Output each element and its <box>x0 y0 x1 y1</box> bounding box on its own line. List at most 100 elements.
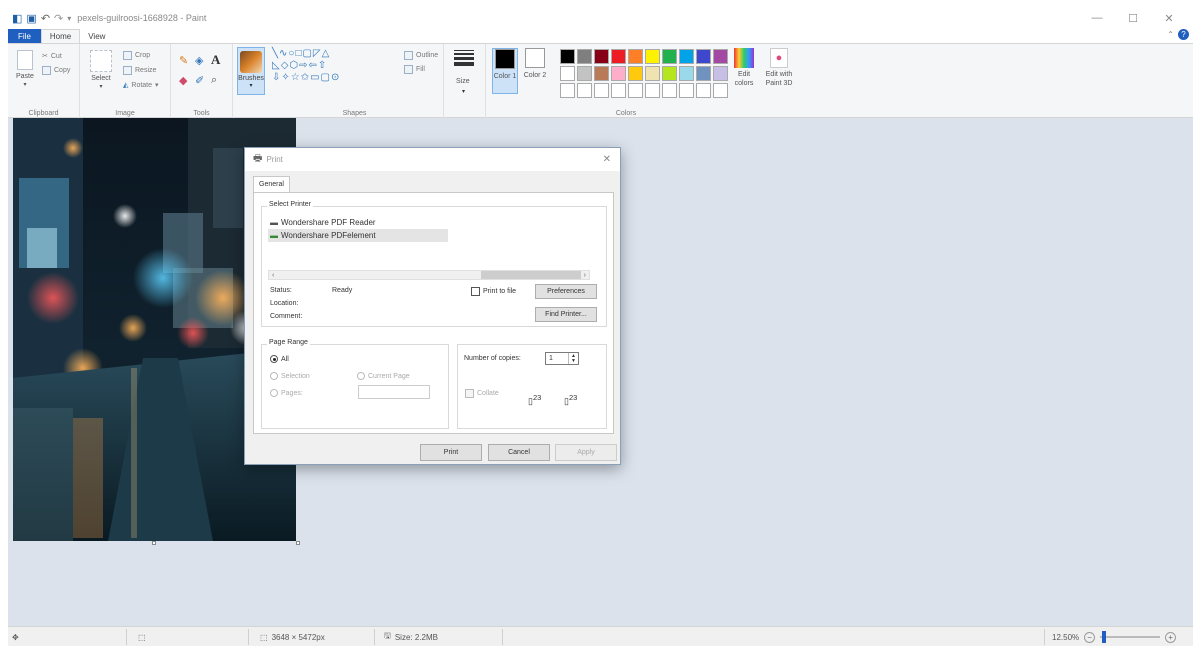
cut-button[interactable]: ✂ Cut <box>42 52 62 61</box>
printer-item-selected[interactable]: ▬ Wondershare PDFelement <box>268 229 448 242</box>
printer-list-scrollbar[interactable]: ‹ › <box>268 270 590 280</box>
save-icon[interactable]: ▣ <box>26 12 36 25</box>
tab-home[interactable]: Home <box>40 29 81 43</box>
palette-swatch[interactable] <box>594 66 609 81</box>
palette-swatch[interactable] <box>645 49 660 64</box>
palette-swatch[interactable] <box>611 49 626 64</box>
select-button[interactable]: Select ▾ <box>90 50 112 92</box>
scrollbar-thumb[interactable] <box>481 271 581 279</box>
palette-swatch[interactable] <box>662 66 677 81</box>
close-button[interactable]: ✕ <box>1151 7 1187 29</box>
range-pages-option[interactable]: Pages: <box>270 389 303 397</box>
palette-swatch[interactable] <box>662 49 677 64</box>
palette-swatch[interactable] <box>577 66 592 81</box>
palette-swatch[interactable] <box>577 83 592 98</box>
text-icon[interactable]: A <box>211 52 220 68</box>
palette-swatch[interactable] <box>696 66 711 81</box>
resize-button[interactable]: Resize <box>123 66 156 75</box>
print-button[interactable]: Print <box>420 444 482 461</box>
palette-swatch[interactable] <box>713 66 728 81</box>
paste-dropdown-icon[interactable]: ▾ <box>23 81 26 90</box>
print-to-file-option[interactable]: Print to file <box>471 287 516 296</box>
color-2-button[interactable]: Color 2 <box>522 48 548 94</box>
palette-swatch[interactable] <box>713 83 728 98</box>
edit-colors-button[interactable]: Edit colors <box>730 48 758 88</box>
resize-handle-bottom[interactable] <box>152 541 156 545</box>
palette-swatch[interactable] <box>679 66 694 81</box>
collate-checkbox[interactable] <box>465 389 474 398</box>
tab-general[interactable]: General <box>253 176 290 192</box>
print-to-file-checkbox[interactable] <box>471 287 480 296</box>
edit-paint3d-button[interactable]: ● Edit with Paint 3D <box>762 48 796 88</box>
outline-button[interactable]: Outline <box>404 51 438 60</box>
find-printer-button[interactable]: Find Printer... <box>535 307 597 322</box>
help-icon[interactable]: ? <box>1178 29 1189 40</box>
printer-list[interactable]: ▬ Wondershare PDF Reader ▬ Wondershare P… <box>268 216 590 276</box>
maximize-button[interactable]: ☐ <box>1115 7 1151 29</box>
range-pages-radio[interactable] <box>270 389 278 397</box>
palette-swatch[interactable] <box>645 66 660 81</box>
palette-swatch[interactable] <box>679 49 694 64</box>
range-current-page-radio[interactable] <box>357 372 365 380</box>
eraser-icon[interactable]: ◆ <box>179 74 187 87</box>
palette-swatch[interactable] <box>611 66 626 81</box>
palette-swatch[interactable] <box>696 83 711 98</box>
collapse-ribbon-icon[interactable]: ⌃ <box>1167 30 1174 39</box>
range-current-page-option[interactable]: Current Page <box>357 372 410 380</box>
undo-icon[interactable]: ↶ <box>41 12 50 25</box>
brushes-button[interactable]: Brushes ▾ <box>237 47 265 95</box>
palette-swatch[interactable] <box>628 83 643 98</box>
palette-swatch[interactable] <box>577 49 592 64</box>
minimize-button[interactable]: — <box>1079 7 1115 29</box>
apply-button[interactable]: Apply <box>555 444 617 461</box>
tab-view[interactable]: View <box>80 29 113 43</box>
scroll-right-icon[interactable]: › <box>584 272 586 279</box>
zoom-in-button[interactable]: + <box>1165 631 1177 643</box>
tab-file[interactable]: File <box>8 29 41 43</box>
range-all-radio[interactable] <box>270 355 278 363</box>
palette-swatch[interactable] <box>645 83 660 98</box>
palette-swatch[interactable] <box>679 83 694 98</box>
scroll-left-icon[interactable]: ‹ <box>272 272 274 279</box>
printer-item[interactable]: ▬ Wondershare PDF Reader <box>268 216 448 229</box>
palette-swatch[interactable] <box>560 49 575 64</box>
crop-button[interactable]: Crop <box>123 51 150 60</box>
magnifier-icon[interactable]: ⌕ <box>211 74 217 87</box>
fill-icon[interactable]: ◈ <box>195 54 203 67</box>
range-all-option[interactable]: All <box>270 355 289 363</box>
preferences-button[interactable]: Preferences <box>535 284 597 299</box>
resize-handle-corner[interactable] <box>296 541 300 545</box>
palette-swatch[interactable] <box>560 66 575 81</box>
copies-stepper[interactable]: 1 ▲ ▼ <box>545 352 579 365</box>
spin-down-icon[interactable]: ▼ <box>571 358 576 364</box>
collate-option[interactable]: Collate <box>465 389 499 398</box>
palette-swatch[interactable] <box>628 49 643 64</box>
copies-spin-arrows[interactable]: ▲ ▼ <box>568 353 578 364</box>
palette-swatch[interactable] <box>560 83 575 98</box>
zoom-out-button[interactable]: − <box>1084 631 1096 643</box>
pages-input[interactable] <box>358 385 430 399</box>
customize-quick-access-icon[interactable]: ▾ <box>67 14 71 23</box>
color-picker-icon[interactable]: ✐ <box>195 74 204 87</box>
range-selection-radio[interactable] <box>270 372 278 380</box>
zoom-slider[interactable] <box>1100 631 1161 643</box>
dialog-close-button[interactable]: ✕ <box>603 154 611 165</box>
palette-swatch[interactable] <box>611 83 626 98</box>
select-dropdown-icon[interactable]: ▾ <box>99 83 102 92</box>
zoom-slider-thumb[interactable] <box>1102 631 1107 643</box>
size-button[interactable] <box>454 50 474 68</box>
rotate-button[interactable]: ◭ Rotate ▾ <box>123 81 159 90</box>
palette-swatch[interactable] <box>696 49 711 64</box>
pencil-icon[interactable]: ✎ <box>179 54 188 67</box>
copy-button[interactable]: Copy <box>42 66 70 75</box>
cancel-button[interactable]: Cancel <box>488 444 550 461</box>
palette-swatch[interactable] <box>713 49 728 64</box>
palette-swatch[interactable] <box>662 83 677 98</box>
redo-icon[interactable]: ↷ <box>54 12 63 25</box>
paste-button[interactable]: Paste ▾ <box>16 50 34 90</box>
palette-swatch[interactable] <box>628 66 643 81</box>
palette-swatch[interactable] <box>594 49 609 64</box>
color-1-button[interactable]: Color 1 <box>492 48 518 94</box>
palette-swatch[interactable] <box>594 83 609 98</box>
fill-button[interactable]: Fill <box>404 65 425 74</box>
